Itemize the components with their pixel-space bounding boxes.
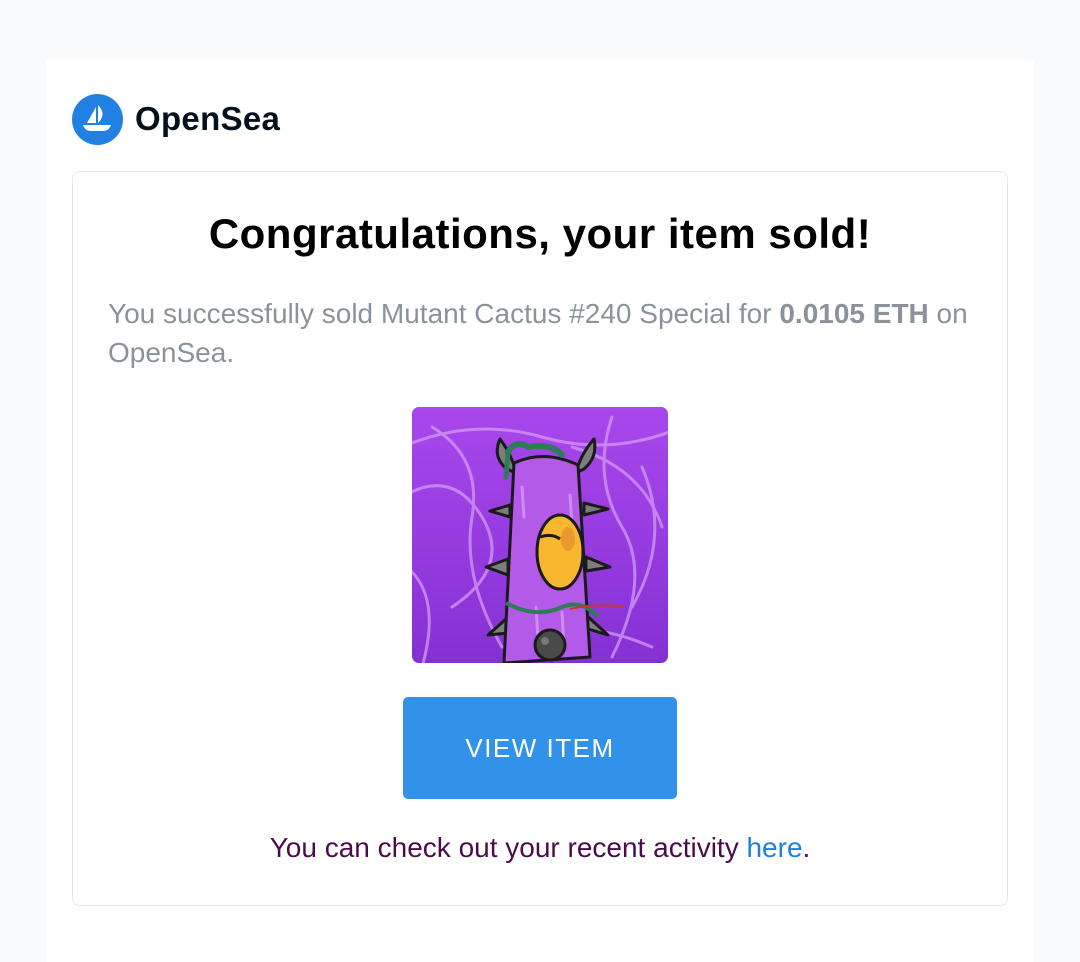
nft-image[interactable] — [412, 407, 668, 663]
activity-note-end: . — [802, 832, 811, 863]
sale-message: You successfully sold Mutant Cactus #240… — [108, 294, 977, 372]
activity-note-text: You can check out your recent activity — [269, 832, 739, 863]
message-prefix: You successfully sold Mutant Cactus #240… — [108, 298, 772, 329]
email-container: OpenSea Congratulations, your item sold!… — [46, 60, 1034, 962]
sale-notification-card: Congratulations, your item sold! You suc… — [72, 171, 1008, 906]
sale-price: 0.0105 ETH — [779, 298, 929, 329]
view-item-button[interactable]: VIEW ITEM — [403, 697, 677, 799]
brand-name: OpenSea — [135, 100, 281, 137]
sailboat-icon — [72, 93, 123, 145]
activity-note: You can check out your recent activity h… — [73, 832, 1007, 864]
brand-header[interactable]: OpenSea — [72, 93, 280, 145]
mutant-cactus-artwork — [412, 407, 668, 663]
card-title: Congratulations, your item sold! — [208, 210, 872, 257]
activity-link[interactable]: here — [746, 832, 802, 863]
